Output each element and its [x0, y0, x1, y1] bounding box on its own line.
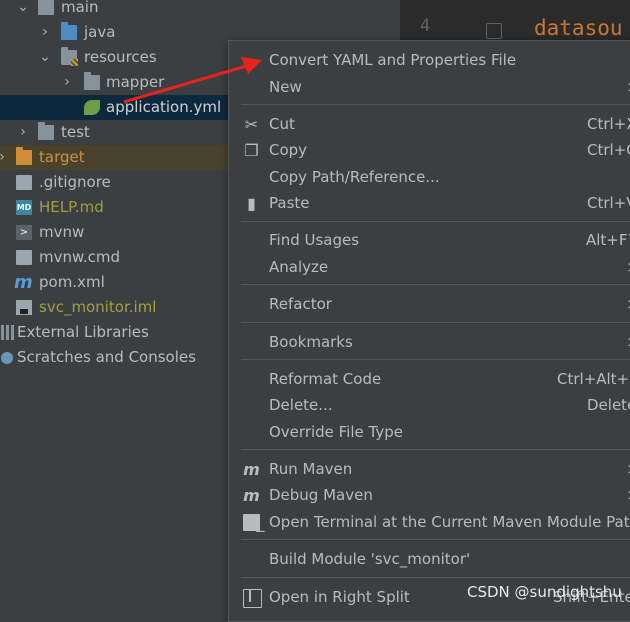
tree-item-label: HELP.md	[39, 198, 104, 216]
module-file-icon	[16, 300, 32, 315]
scissors-icon: ✂	[244, 115, 259, 134]
menu-item-new[interactable]: New >	[229, 74, 630, 100]
menu-item-paste[interactable]: ▮ Paste Ctrl+V	[229, 190, 630, 216]
tree-item-label: svc_monitor.iml	[39, 298, 157, 316]
menu-item-copy-path[interactable]: Copy Path/Reference...	[229, 164, 630, 190]
code-line[interactable]: datasou	[534, 16, 623, 40]
folder-icon	[38, 0, 54, 15]
resources-folder-icon	[61, 47, 78, 66]
tree-item-main[interactable]: ⌄ main	[0, 0, 400, 20]
tree-item-label: java	[84, 23, 116, 41]
copy-icon: ❐	[244, 141, 259, 160]
menu-item-delete[interactable]: Delete... Delete	[229, 392, 630, 418]
menu-separator	[241, 539, 630, 540]
tree-item-label: target	[39, 148, 85, 166]
tree-item-label: .gitignore	[39, 173, 111, 191]
menu-item-cut[interactable]: ✂ Cut Ctrl+X	[229, 111, 630, 137]
menu-item-refactor[interactable]: Refactor >	[229, 291, 630, 317]
watermark: CSDN @sundightshu	[467, 583, 622, 601]
menu-separator	[241, 359, 630, 360]
menu-item-build-module[interactable]: Build Module 'svc_monitor'	[229, 546, 630, 572]
tree-item-label: mvnw.cmd	[39, 248, 121, 266]
folder-icon	[84, 72, 100, 90]
maven-debug-icon: m	[243, 486, 260, 505]
chevron-right-icon[interactable]: ›	[16, 120, 30, 145]
file-icon	[16, 250, 32, 265]
tree-item-label: External Libraries	[17, 323, 149, 341]
tree-item-label: resources	[84, 48, 157, 66]
menu-item-debug-maven[interactable]: m Debug Maven >	[229, 482, 630, 508]
tree-item-label: mvnw	[39, 223, 85, 241]
terminal-file-icon: >	[16, 225, 32, 240]
chevron-right-icon[interactable]: ›	[0, 145, 9, 170]
fold-marker-icon[interactable]	[486, 23, 502, 39]
library-icon	[1, 325, 17, 340]
menu-separator	[241, 104, 630, 105]
tree-item-label: mapper	[106, 73, 165, 91]
menu-separator	[241, 284, 630, 285]
folder-blue-icon	[61, 22, 77, 40]
clipboard-icon: ▮	[247, 194, 256, 213]
menu-item-analyze[interactable]: Analyze >	[229, 254, 630, 280]
menu-item-find-usages[interactable]: Find Usages Alt+F7	[229, 227, 630, 253]
file-icon	[16, 175, 32, 190]
context-menu: Convert YAML and Properties File New > ✂…	[228, 40, 630, 622]
menu-separator	[241, 221, 630, 222]
line-number: 4	[420, 16, 431, 36]
code-editor[interactable]: 4 datasou	[400, 0, 630, 40]
menu-separator	[241, 577, 630, 578]
chevron-right-icon[interactable]: ›	[38, 20, 52, 45]
tree-item-label: Scratches and Consoles	[17, 348, 196, 366]
menu-item-run-maven[interactable]: m Run Maven >	[229, 456, 630, 482]
menu-item-override-file-type[interactable]: Override File Type	[229, 419, 630, 445]
maven-icon: m	[14, 272, 33, 293]
menu-item-open-terminal[interactable]: >_ Open Terminal at the Current Maven Mo…	[229, 509, 630, 535]
menu-separator	[241, 449, 630, 450]
folder-icon	[38, 122, 54, 140]
maven-run-icon: m	[243, 460, 260, 479]
tree-item-label: application.yml	[106, 98, 222, 116]
tree-item-label: main	[61, 0, 99, 16]
menu-item-reformat[interactable]: Reformat Code Ctrl+Alt+L	[229, 366, 630, 392]
chevron-down-icon[interactable]: ⌄	[38, 45, 52, 70]
menu-separator	[241, 322, 630, 323]
terminal-icon: >_	[243, 513, 265, 532]
markdown-icon: MD	[16, 200, 32, 215]
tree-item-label: pom.xml	[39, 273, 105, 291]
folder-orange-icon	[16, 147, 32, 165]
split-view-icon	[243, 589, 262, 608]
menu-item-convert-yaml[interactable]: Convert YAML and Properties File	[229, 47, 630, 73]
spring-leaf-icon	[84, 100, 100, 115]
scratch-icon	[1, 352, 13, 364]
chevron-down-icon[interactable]: ⌄	[16, 0, 30, 20]
menu-item-bookmarks[interactable]: Bookmarks >	[229, 329, 630, 355]
menu-item-copy[interactable]: ❐ Copy Ctrl+C	[229, 137, 630, 163]
tree-item-label: test	[61, 123, 90, 141]
chevron-right-icon[interactable]: ›	[60, 70, 74, 95]
